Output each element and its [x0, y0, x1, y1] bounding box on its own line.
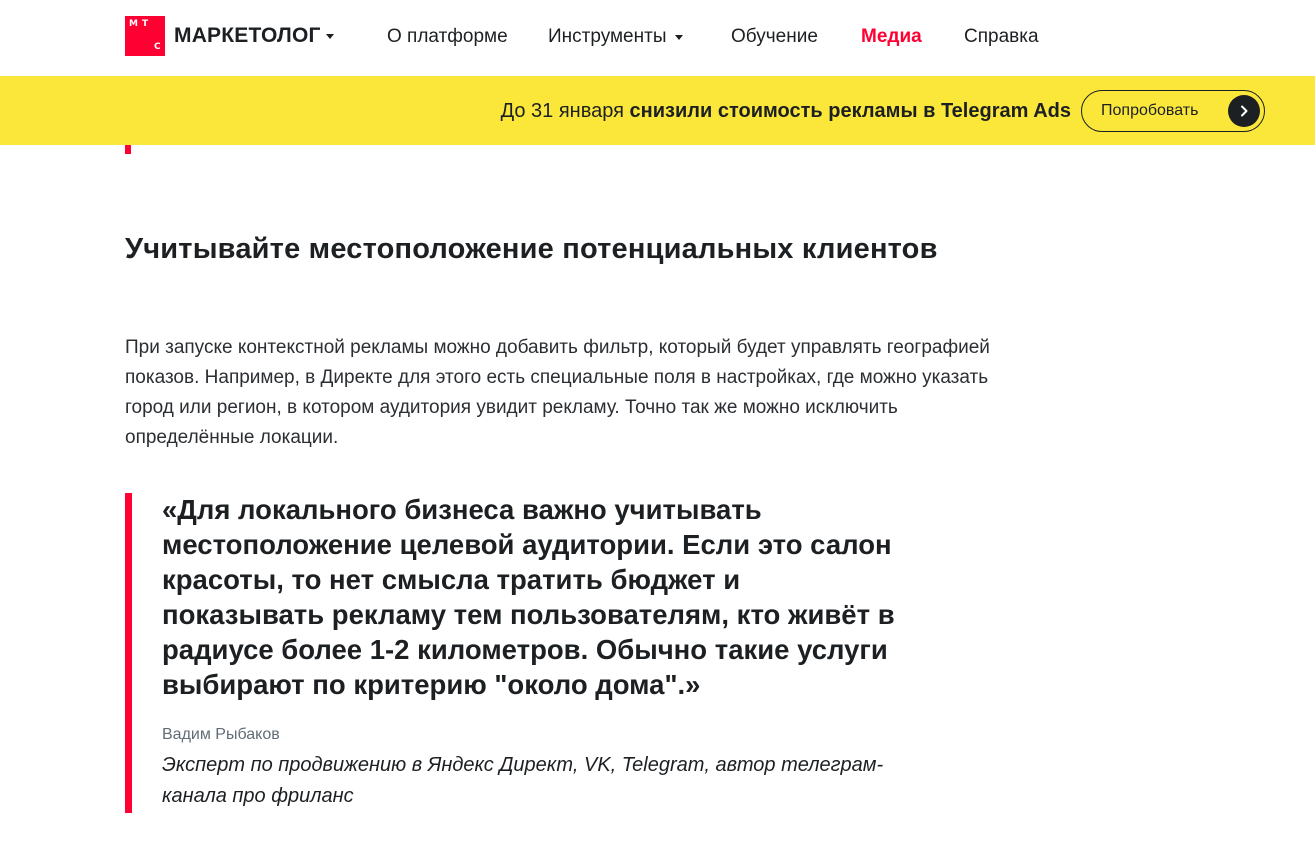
- promo-text: До 31 января снизили стоимость рекламы в…: [501, 99, 1071, 123]
- section-heading: Учитывайте местоположение потенциальных …: [125, 233, 938, 265]
- previous-quote-accent-bar: [125, 145, 131, 154]
- quote-accent-bar: [125, 493, 132, 813]
- promo-text-bold: снизили стоимость рекламы в Telegram Ads: [629, 100, 1071, 122]
- logo-letter-m: М: [129, 19, 138, 29]
- promo-text-prefix: До 31 января: [500, 100, 630, 122]
- nav-media-label: Медиа: [861, 26, 922, 47]
- nav-about[interactable]: О платформе: [387, 26, 508, 48]
- brand-name: МАРКЕТОЛОГ: [174, 24, 321, 47]
- quote-author-name: Вадим Рыбаков: [162, 726, 280, 743]
- nav-about-label: О платформе: [387, 26, 508, 47]
- site-header: М Т С МАРКЕТОЛОГ О платформе Инструменты…: [0, 0, 1315, 76]
- article-paragraph: При запуске контекстной рекламы можно до…: [125, 337, 990, 448]
- nav-media[interactable]: Медиа: [861, 26, 922, 48]
- nav-tools-label: Инструменты: [548, 26, 667, 47]
- nav-education[interactable]: Обучение: [731, 26, 818, 48]
- logo-letter-t: Т: [142, 19, 149, 29]
- chevron-down-icon: [675, 35, 684, 40]
- quote-author-role: Эксперт по продвижению в Яндекс Директ, …: [162, 754, 884, 807]
- brand-menu[interactable]: МАРКЕТОЛОГ: [174, 24, 334, 48]
- logo-letter-s: С: [154, 42, 161, 52]
- nav-education-label: Обучение: [731, 26, 818, 47]
- expert-quote: «Для локального бизнеса важно учитывать …: [162, 494, 895, 700]
- try-button-label: Попробовать: [1101, 102, 1199, 119]
- try-button[interactable]: Попробовать: [1081, 90, 1265, 132]
- nav-tools[interactable]: Инструменты: [548, 26, 684, 48]
- chevron-right-icon: [1228, 95, 1260, 127]
- nav-help[interactable]: Справка: [964, 26, 1039, 48]
- chevron-down-icon: [325, 34, 334, 39]
- nav-help-label: Справка: [964, 26, 1039, 47]
- promo-banner: До 31 января снизили стоимость рекламы в…: [0, 76, 1315, 145]
- mts-logo[interactable]: М Т С: [125, 16, 165, 56]
